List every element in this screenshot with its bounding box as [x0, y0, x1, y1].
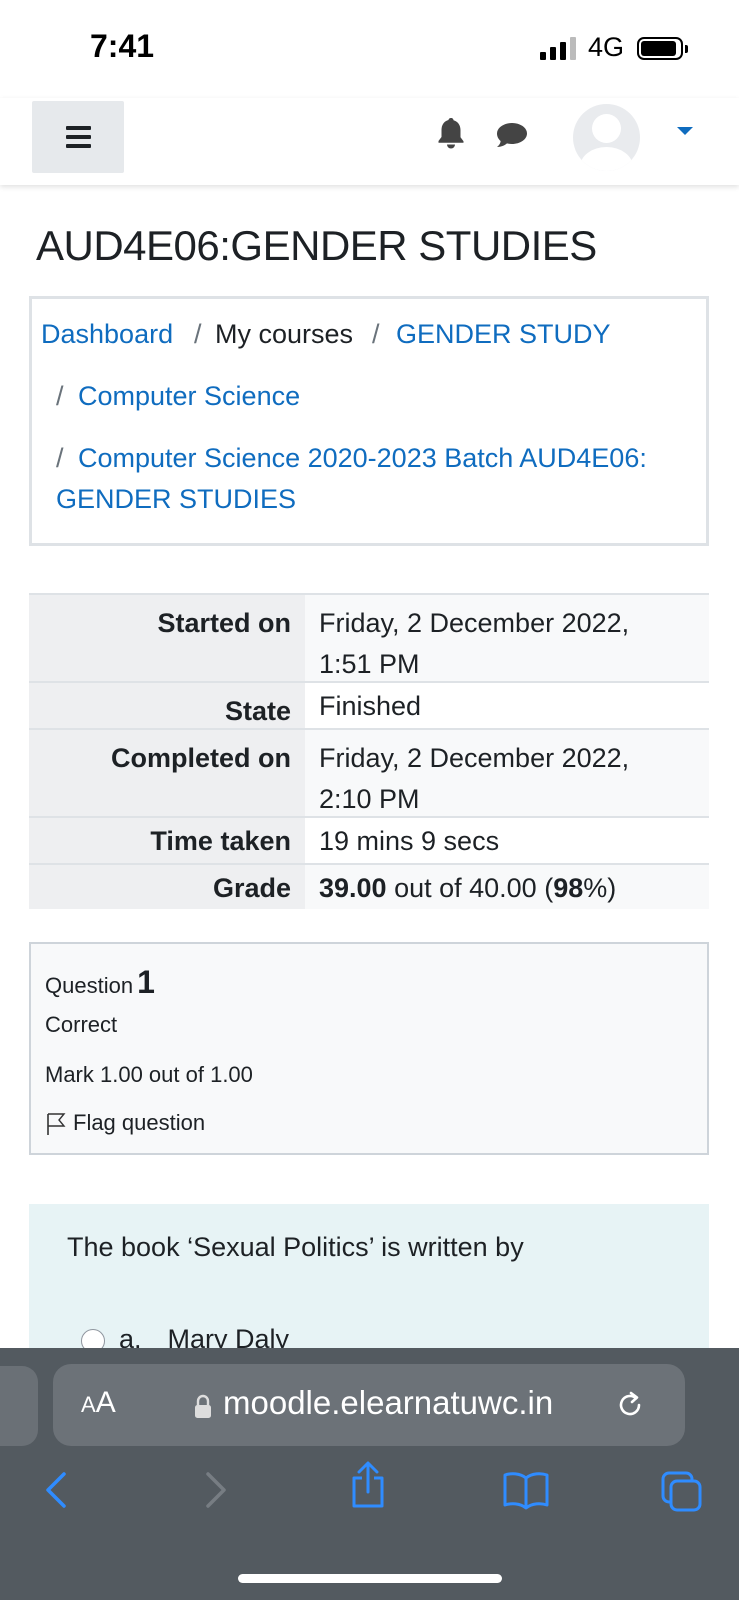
breadcrumb-gender-study[interactable]: GENDER STUDY: [396, 314, 611, 355]
lock-icon: [195, 1394, 211, 1418]
reload-icon[interactable]: [613, 1388, 647, 1422]
completed-on-date: Friday, 2 December 2022,: [319, 743, 630, 773]
status-bar: 7:41 4G: [0, 0, 739, 98]
question-label: Question 1: [45, 964, 155, 1000]
hamburger-menu-button[interactable]: [32, 101, 124, 173]
table-row: Grade 39.00 out of 40.00 (98%): [29, 863, 709, 909]
grade-label: Grade: [212, 873, 291, 903]
page-title: AUD4E06:GENDER STUDIES: [36, 222, 597, 269]
completed-on-time: 2:10 PM: [319, 784, 420, 814]
previous-tab-preview[interactable]: [0, 1366, 38, 1446]
address-bar[interactable]: AA moodle.elearnatuwc.in: [53, 1364, 685, 1446]
breadcrumb-separator: /: [194, 319, 202, 349]
table-row: State Finished: [29, 681, 709, 728]
reader-options-button[interactable]: AA: [81, 1386, 116, 1420]
hamburger-icon: [66, 126, 91, 130]
breadcrumb-my-courses: My courses: [215, 319, 354, 349]
tabs-icon[interactable]: [660, 1470, 704, 1514]
breadcrumb-separator: /: [56, 381, 64, 411]
network-type: 4G: [588, 32, 625, 62]
forward-icon[interactable]: [198, 1470, 232, 1510]
table-row: Completed on Friday, 2 December 2022, 2:1…: [29, 728, 709, 816]
bell-icon[interactable]: [435, 116, 467, 150]
breadcrumb-computer-science[interactable]: Computer Science: [78, 376, 300, 417]
question-text: The book ‘Sexual Politics’ is written by: [67, 1232, 524, 1262]
breadcrumb-course-cont[interactable]: GENDER STUDIES: [56, 479, 296, 520]
breadcrumb: Dashboard / My courses / GENDER STUDY / …: [29, 296, 709, 546]
table-row: Time taken 19 mins 9 secs: [29, 816, 709, 863]
share-icon[interactable]: [348, 1460, 388, 1510]
breadcrumb-separator: /: [372, 319, 380, 349]
url-text[interactable]: moodle.elearnatuwc.in: [223, 1384, 553, 1422]
caret-down-icon[interactable]: [677, 127, 693, 135]
status-time: 7:41: [90, 28, 155, 64]
breadcrumb-course[interactable]: Computer Science 2020-2023 Batch AUD4E06…: [78, 438, 647, 479]
home-indicator: [238, 1574, 502, 1583]
breadcrumb-separator: /: [56, 443, 64, 473]
browser-toolbar: AA moodle.elearnatuwc.in: [0, 1348, 739, 1600]
completed-on-label: Completed on: [111, 743, 291, 773]
time-taken-value: 19 mins 9 secs: [319, 826, 500, 856]
flag-icon: [47, 1113, 66, 1136]
back-icon[interactable]: [40, 1470, 74, 1510]
flag-question-label: Flag question: [73, 1110, 206, 1135]
chat-icon[interactable]: [495, 120, 529, 150]
state-value: Finished: [319, 691, 422, 721]
time-taken-label: Time taken: [150, 826, 291, 856]
battery-icon: [637, 37, 688, 60]
grade-value: 39.00 out of 40.00 (98%): [319, 873, 617, 903]
attempt-summary-table: Started on Friday, 2 December 2022, 1:51 …: [29, 593, 709, 909]
breadcrumb-dashboard[interactable]: Dashboard: [41, 314, 173, 355]
started-on-label: Started on: [157, 608, 291, 638]
state-label: State: [224, 696, 291, 726]
table-row: Started on Friday, 2 December 2022, 1:51 …: [29, 593, 709, 681]
question-content: The book ‘Sexual Politics’ is written by…: [29, 1204, 709, 1354]
question-mark: Mark 1.00 out of 1.00: [45, 1062, 253, 1087]
top-navbar: [0, 98, 739, 185]
user-avatar[interactable]: [573, 104, 640, 171]
question-state: Correct: [45, 1012, 118, 1037]
question-number: 1: [137, 964, 155, 1000]
started-on-date: Friday, 2 December 2022,: [319, 608, 630, 638]
question-info: Question 1 Correct Mark 1.00 out of 1.00 …: [29, 942, 709, 1155]
flag-question-button[interactable]: Flag question: [45, 1110, 205, 1137]
started-on-time: 1:51 PM: [319, 649, 420, 679]
signal-icon: [540, 36, 580, 60]
bookmarks-icon[interactable]: [502, 1470, 550, 1510]
